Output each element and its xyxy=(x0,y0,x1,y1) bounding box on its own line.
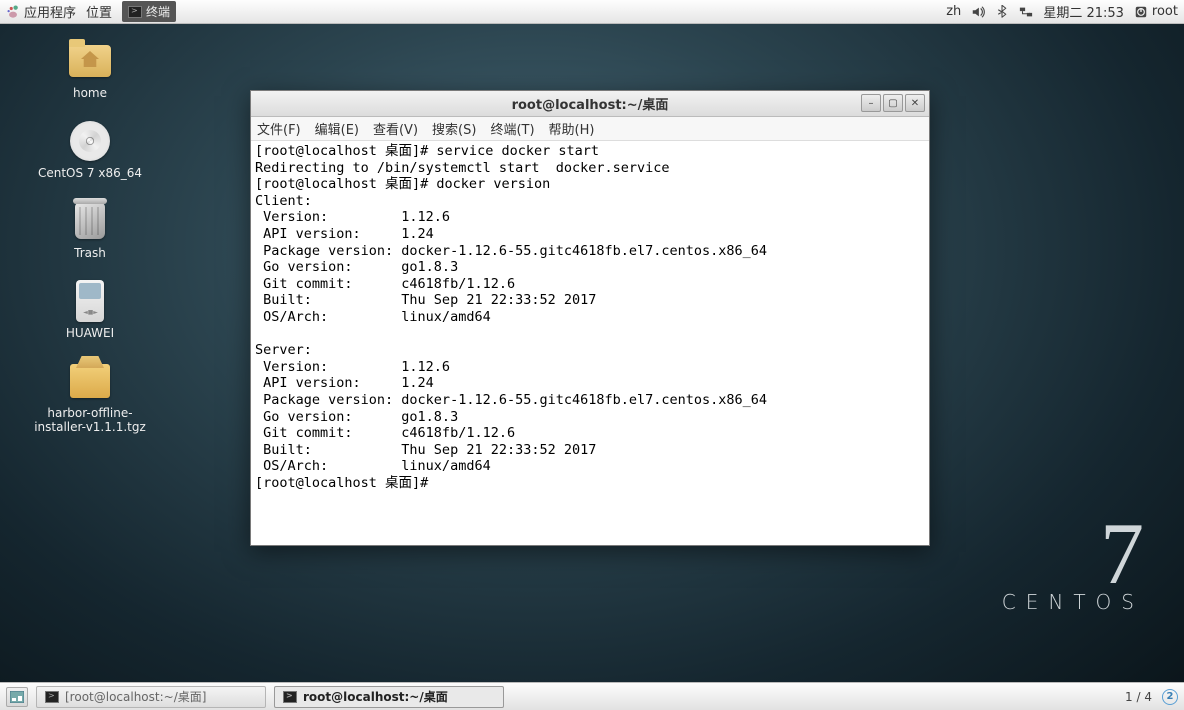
running-app-label: 终端 xyxy=(146,3,170,20)
icon-label: CentOS 7 x86_64 xyxy=(38,166,142,180)
volume-icon[interactable] xyxy=(971,5,985,19)
clock[interactable]: 星期二 21:53 xyxy=(1043,2,1124,21)
icon-label: home xyxy=(73,86,107,100)
bluetooth-icon[interactable] xyxy=(995,5,1009,19)
places-label: 位置 xyxy=(86,2,112,21)
minimize-button[interactable]: – xyxy=(861,94,881,112)
terminal-window: root@localhost:~/桌面 – ▢ ✕ 文件(F) 编辑(E) 查看… xyxy=(250,90,930,546)
menu-edit[interactable]: 编辑(E) xyxy=(315,119,359,138)
bottom-panel: [root@localhost:~/桌面] root@localhost:~/桌… xyxy=(0,682,1184,710)
top-panel: 应用程序 位置 终端 zh 星期二 21:53 root xyxy=(0,0,1184,24)
menu-file[interactable]: 文件(F) xyxy=(257,119,301,138)
places-menu[interactable]: 位置 xyxy=(86,2,112,21)
menu-search[interactable]: 搜索(S) xyxy=(432,119,476,138)
desktop-icon-archive[interactable]: harbor-offline- installer-v1.1.1.tgz xyxy=(30,360,150,434)
input-method-indicator[interactable]: zh xyxy=(946,4,961,19)
window-menubar: 文件(F) 编辑(E) 查看(V) 搜索(S) 终端(T) 帮助(H) xyxy=(251,117,929,141)
icon-label: Trash xyxy=(74,246,106,260)
terminal-icon xyxy=(283,691,297,703)
maximize-button[interactable]: ▢ xyxy=(883,94,903,112)
network-icon[interactable] xyxy=(1019,5,1033,19)
terminal-icon xyxy=(45,691,59,703)
dvd-icon xyxy=(70,121,110,161)
terminal-output[interactable]: [root@localhost 桌面]# service docker star… xyxy=(251,141,929,545)
show-desktop-button[interactable] xyxy=(6,687,28,707)
icon-label: HUAWEI xyxy=(66,326,114,340)
menu-terminal[interactable]: 终端(T) xyxy=(490,119,534,138)
running-app-indicator[interactable]: 终端 xyxy=(122,1,176,22)
desktop-icons: home CentOS 7 x86_64 Trash HUAWEI harbor… xyxy=(30,40,150,434)
workspace-indicator[interactable]: 1 / 4 xyxy=(1125,690,1152,704)
terminal-icon xyxy=(128,6,142,18)
taskbar-item-inactive[interactable]: [root@localhost:~/桌面] xyxy=(36,686,266,708)
close-button[interactable]: ✕ xyxy=(905,94,925,112)
brand-name: CENTOS xyxy=(1002,590,1144,614)
archive-icon xyxy=(70,364,110,398)
show-desktop-icon xyxy=(10,691,24,703)
centos-brand: 7 CENTOS xyxy=(1002,520,1144,620)
menu-view[interactable]: 查看(V) xyxy=(373,119,418,138)
menu-help[interactable]: 帮助(H) xyxy=(549,119,595,138)
trash-icon xyxy=(75,203,105,239)
gnome-foot-icon xyxy=(6,5,20,19)
desktop-icon-disc[interactable]: CentOS 7 x86_64 xyxy=(30,120,150,180)
window-titlebar[interactable]: root@localhost:~/桌面 – ▢ ✕ xyxy=(251,91,929,117)
brand-version: 7 xyxy=(1100,520,1144,590)
desktop-icon-home[interactable]: home xyxy=(30,40,150,100)
taskbar-label: [root@localhost:~/桌面] xyxy=(65,688,206,705)
icon-label: harbor-offline- installer-v1.1.1.tgz xyxy=(34,406,146,434)
desktop-icon-device[interactable]: HUAWEI xyxy=(30,280,150,340)
window-title: root@localhost:~/桌面 xyxy=(251,94,929,113)
workspace-badge[interactable]: 2 xyxy=(1162,689,1178,705)
user-label: root xyxy=(1152,4,1178,19)
power-icon xyxy=(1134,5,1148,19)
taskbar-label: root@localhost:~/桌面 xyxy=(303,688,448,705)
folder-home-icon xyxy=(69,45,111,77)
media-player-icon xyxy=(76,280,104,322)
applications-menu[interactable]: 应用程序 xyxy=(6,2,76,21)
desktop-icon-trash[interactable]: Trash xyxy=(30,200,150,260)
user-menu[interactable]: root xyxy=(1134,4,1178,19)
applications-label: 应用程序 xyxy=(24,2,76,21)
taskbar-item-active[interactable]: root@localhost:~/桌面 xyxy=(274,686,504,708)
